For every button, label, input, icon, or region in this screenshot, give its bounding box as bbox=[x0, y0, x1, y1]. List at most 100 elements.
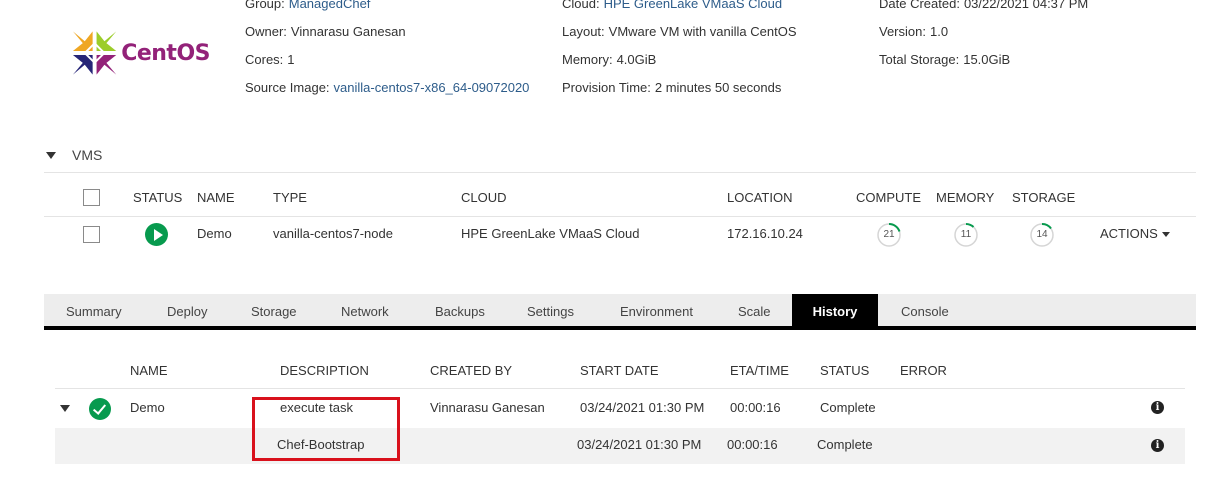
vm-row: Demo vanilla-centos7-node HPE GreenLake … bbox=[0, 222, 1230, 248]
info-key: Source Image: bbox=[245, 80, 330, 95]
divider bbox=[44, 216, 1196, 217]
tab-backups[interactable]: Backups bbox=[435, 294, 485, 330]
tab-storage[interactable]: Storage bbox=[251, 294, 297, 330]
history-eta-time: 00:00:16 bbox=[730, 400, 781, 415]
actions-label: ACTIONS bbox=[1100, 226, 1158, 241]
info-row-owner: Owner: Vinnarasu Ganesan bbox=[245, 18, 529, 46]
vm-location: 172.16.10.24 bbox=[727, 226, 803, 241]
source-image-link[interactable]: vanilla-centos7-x86_64-09072020 bbox=[334, 80, 530, 95]
expand-caret-icon[interactable] bbox=[60, 405, 70, 412]
info-row-cloud: Cloud: HPE GreenLake VMaaS Cloud bbox=[562, 0, 797, 18]
info-key: Owner: bbox=[245, 24, 287, 39]
column-header-storage: STORAGE bbox=[1012, 190, 1076, 205]
vm-name-link[interactable]: Demo bbox=[197, 222, 232, 246]
info-key: Date Created: bbox=[879, 0, 960, 11]
tab-history[interactable]: History bbox=[792, 294, 878, 330]
info-icon[interactable]: i bbox=[1151, 439, 1164, 452]
column-header-name: NAME bbox=[130, 363, 168, 378]
history-row: Demo execute task Vinnarasu Ganesan 03/2… bbox=[0, 390, 1230, 426]
select-all-checkbox[interactable] bbox=[83, 189, 100, 206]
compute-gauge: 21 bbox=[876, 222, 902, 248]
history-description: Chef-Bootstrap bbox=[277, 437, 365, 452]
info-key: Layout: bbox=[562, 24, 605, 39]
info-row-memory: Memory: 4.0GiB bbox=[562, 46, 797, 74]
info-key: Cloud: bbox=[562, 0, 600, 11]
actions-dropdown[interactable]: ACTIONS bbox=[1100, 222, 1170, 246]
centos-logo: CentOS bbox=[70, 26, 210, 80]
info-row-version: Version: 1.0 bbox=[879, 18, 1088, 46]
storage-value: 14 bbox=[1036, 229, 1048, 240]
column-header-eta-time: ETA/TIME bbox=[730, 363, 789, 378]
info-row-total-storage: Total Storage: 15.0GiB bbox=[879, 46, 1088, 74]
info-value: Vinnarasu Ganesan bbox=[290, 24, 406, 39]
info-key: Provision Time: bbox=[562, 80, 651, 95]
vms-table-header: STATUS NAME TYPE CLOUD LOCATION COMPUTE … bbox=[0, 186, 1230, 210]
column-header-created-by: CREATED BY bbox=[430, 363, 513, 378]
info-row-cores: Cores: 1 bbox=[245, 46, 529, 74]
divider bbox=[44, 172, 1196, 173]
vm-cloud: HPE GreenLake VMaaS Cloud bbox=[461, 226, 640, 241]
history-name: Demo bbox=[130, 400, 165, 415]
logo-text: CentOS bbox=[121, 40, 210, 66]
memory-gauge: 11 bbox=[953, 222, 979, 248]
info-value: 1 bbox=[287, 52, 295, 67]
info-key: Memory: bbox=[562, 52, 613, 67]
tab-settings[interactable]: Settings bbox=[527, 294, 574, 330]
info-column-3: Date Created: 03/22/2021 04:37 PM Version… bbox=[879, 0, 1088, 74]
history-start-date: 03/24/2021 01:30 PM bbox=[580, 400, 705, 415]
complete-status-icon bbox=[89, 398, 111, 420]
column-header-error: ERROR bbox=[900, 363, 947, 378]
history-created-by: Vinnarasu Ganesan bbox=[430, 400, 545, 415]
info-icon[interactable]: i bbox=[1151, 401, 1164, 414]
tab-scale[interactable]: Scale bbox=[738, 294, 771, 330]
info-column-2: Cloud: HPE GreenLake VMaaS Cloud Layout: V… bbox=[562, 0, 797, 102]
column-header-status: STATUS bbox=[820, 363, 870, 378]
info-row-group: Group: ManagedChef bbox=[245, 0, 529, 18]
tab-summary[interactable]: Summary bbox=[66, 294, 122, 330]
column-header-status: STATUS bbox=[133, 190, 183, 205]
history-status: Complete bbox=[820, 400, 876, 415]
centos-logo-icon bbox=[72, 31, 117, 75]
cloud-link[interactable]: HPE GreenLake VMaaS Cloud bbox=[604, 0, 782, 11]
info-column-1: Group: ManagedChef Owner: Vinnarasu Ganesa… bbox=[245, 0, 529, 102]
tab-deploy[interactable]: Deploy bbox=[167, 294, 207, 330]
column-header-description: DESCRIPTION bbox=[280, 363, 369, 378]
info-row-source-image: Source Image: vanilla-centos7-x86_64-0907… bbox=[245, 74, 529, 102]
caret-down-icon bbox=[46, 151, 56, 159]
instance-tabs: Summary Deploy Storage Network Backups S… bbox=[44, 294, 1196, 330]
vms-section-toggle[interactable]: VMS bbox=[44, 143, 102, 167]
info-row-provision-time: Provision Time: 2 minutes 50 seconds bbox=[562, 74, 797, 102]
history-start-date: 03/24/2021 01:30 PM bbox=[577, 437, 702, 452]
info-key: Version: bbox=[879, 24, 926, 39]
column-header-location[interactable]: LOCATION bbox=[727, 186, 793, 210]
history-subtask-row: Chef-Bootstrap 03/24/2021 01:30 PM 00:00… bbox=[0, 427, 1230, 463]
column-header-type[interactable]: TYPE bbox=[273, 186, 307, 210]
history-description: execute task bbox=[280, 400, 353, 415]
info-row-date-created: Date Created: 03/22/2021 04:37 PM bbox=[879, 0, 1088, 18]
tab-network[interactable]: Network bbox=[341, 294, 389, 330]
caret-down-icon bbox=[1161, 231, 1170, 237]
row-checkbox[interactable] bbox=[83, 226, 100, 243]
storage-gauge: 14 bbox=[1029, 222, 1055, 248]
info-key: Cores: bbox=[245, 52, 284, 67]
running-status-icon bbox=[145, 223, 168, 246]
tab-environment[interactable]: Environment bbox=[620, 294, 693, 330]
history-table-header: NAME DESCRIPTION CREATED BY START DATE E… bbox=[0, 360, 1230, 382]
memory-value: 11 bbox=[960, 229, 972, 240]
vms-section-label: VMS bbox=[72, 147, 103, 163]
info-value: 1.0 bbox=[929, 24, 949, 39]
info-key: Total Storage: bbox=[879, 52, 960, 67]
info-row-layout: Layout: VMware VM with vanilla CentOS bbox=[562, 18, 797, 46]
info-value: 4.0GiB bbox=[616, 52, 657, 67]
info-value: 15.0GiB bbox=[963, 52, 1011, 67]
group-link[interactable]: ManagedChef bbox=[289, 0, 371, 11]
column-header-memory: MEMORY bbox=[936, 190, 995, 205]
tab-console[interactable]: Console bbox=[901, 294, 949, 330]
history-eta-time: 00:00:16 bbox=[727, 437, 778, 452]
vm-type: vanilla-centos7-node bbox=[273, 226, 393, 241]
history-status: Complete bbox=[817, 437, 873, 452]
column-header-compute: COMPUTE bbox=[856, 190, 921, 205]
info-key: Group: bbox=[245, 0, 285, 11]
column-header-cloud[interactable]: CLOUD bbox=[461, 186, 507, 210]
column-header-name[interactable]: NAME bbox=[197, 186, 235, 210]
